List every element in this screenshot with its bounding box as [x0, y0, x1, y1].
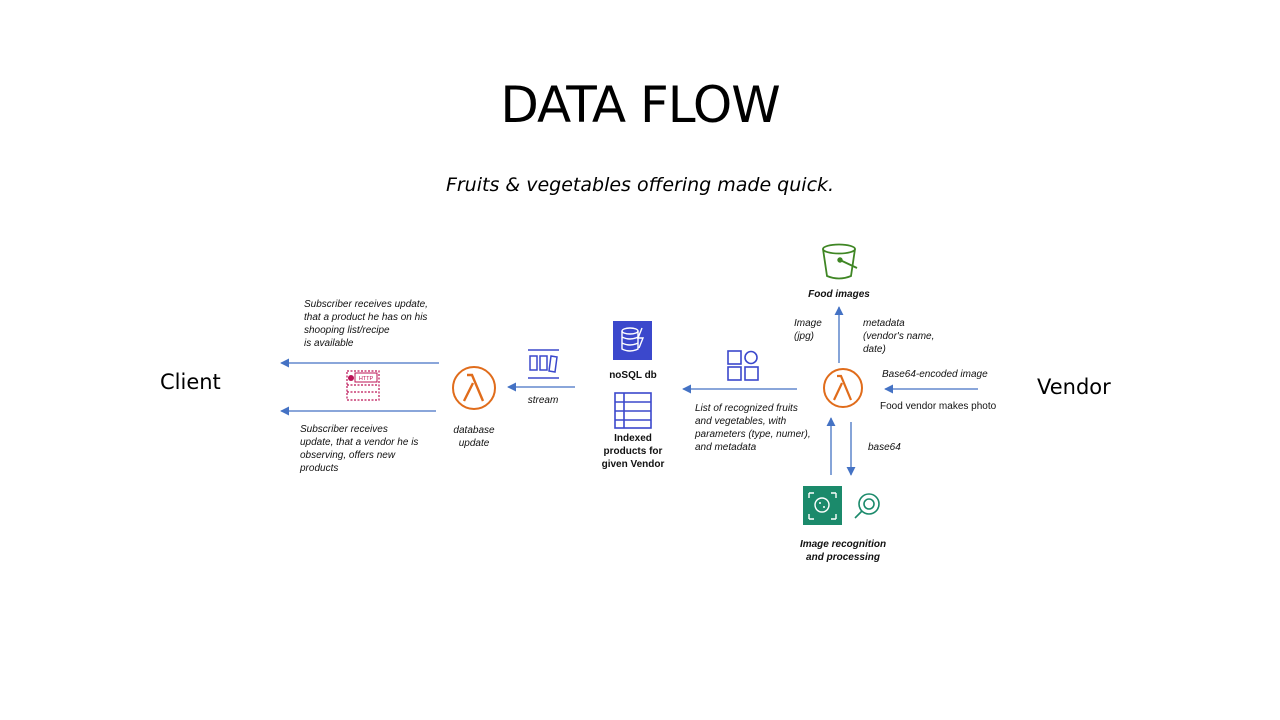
- subscriber-vendor-label: Subscriber receives update, that a vendo…: [300, 424, 419, 474]
- base64-label: base64: [868, 442, 901, 453]
- dynamodb-icon: [613, 321, 652, 360]
- nosql-db-label: noSQL db: [609, 370, 657, 381]
- grid-icon: [727, 350, 759, 381]
- lambda-icon: [823, 368, 863, 408]
- food-vendor-makes-photo-label: Food vendor makes photo: [880, 401, 997, 412]
- table-icon: [614, 392, 652, 429]
- flow-diagram: HTTP: [280, 243, 978, 525]
- recognized-list-label: List of recognized fruits and vegetables…: [695, 403, 811, 453]
- image-recognition-label: Image recognition and processing: [799, 539, 887, 563]
- base64-encoded-image-label: Base64-encoded image: [882, 369, 988, 380]
- rekognition-search-icon: [854, 493, 880, 519]
- indexed-products-label: Indexed products for given Vendor: [601, 433, 665, 470]
- s3-bucket-icon: [822, 243, 858, 280]
- lambda-icon: [452, 366, 496, 410]
- metadata-label: metadata (vendor's name, date): [863, 318, 935, 355]
- food-images-label: Food images: [808, 289, 870, 300]
- subscriber-recipe-label: Subscriber receives update, that a produ…: [304, 299, 428, 349]
- stream-label: stream: [527, 395, 559, 406]
- database-update-label: database update: [453, 425, 495, 449]
- image-jpg-label: Image (jpg): [794, 318, 822, 342]
- http-icon-label: HTTP: [359, 376, 374, 382]
- kinesis-stream-icon: [528, 349, 559, 379]
- rekognition-icon: [803, 486, 842, 525]
